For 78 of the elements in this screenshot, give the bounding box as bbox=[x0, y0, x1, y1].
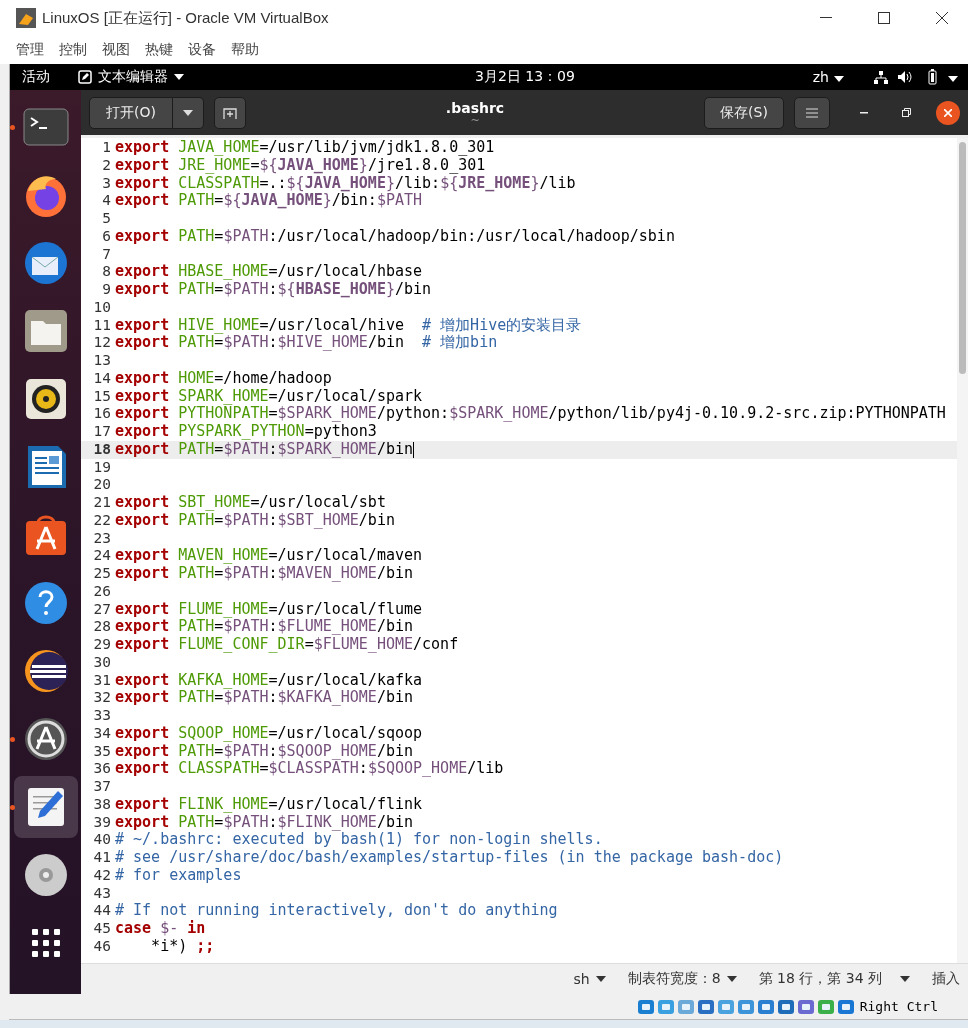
code-line: export PATH=$PATH:$FLINK_HOME/bin bbox=[115, 813, 414, 832]
activities-button[interactable]: 活动 bbox=[22, 68, 50, 86]
code-line: export PATH=$PATH:$KAFKA_HOME/bin bbox=[115, 689, 414, 707]
input-method-menu[interactable]: zh bbox=[812, 69, 829, 85]
code-line: export PATH=$PATH:$HIVE_HOME/bin # 增加bin bbox=[115, 334, 498, 352]
code-line: export SPARK_HOME=/usr/local/spark bbox=[115, 387, 423, 406]
menu-item[interactable]: 热键 bbox=[145, 41, 173, 59]
menu-item[interactable]: 视图 bbox=[102, 41, 130, 59]
virtualbox-logo-icon bbox=[16, 8, 36, 28]
scrollbar-thumb[interactable] bbox=[959, 142, 966, 374]
volume-icon[interactable] bbox=[898, 71, 912, 83]
code-line: export PATH=$PATH:$SPARK_HOME/bin bbox=[115, 440, 415, 459]
caret-icon bbox=[726, 976, 737, 982]
code-line: export PATH=$PATH:$SBT_HOME/bin bbox=[115, 511, 395, 530]
close-icon bbox=[944, 108, 952, 117]
document-title: .bashrc bbox=[445, 99, 505, 116]
dock-item[interactable] bbox=[13, 776, 78, 838]
window-title: LinuxOS [正在运行] - Oracle VM VirtualBox bbox=[42, 8, 330, 28]
pencil-icon bbox=[78, 70, 92, 84]
caret-icon bbox=[183, 109, 193, 116]
menu-item[interactable]: 管理 bbox=[16, 41, 44, 59]
new-tab-button[interactable] bbox=[214, 96, 246, 129]
close-icon bbox=[936, 12, 948, 24]
insert-mode-button[interactable]: 插入 bbox=[932, 970, 960, 988]
cursor-position-selector[interactable]: 第 18 行，第 34 列 bbox=[758, 970, 910, 988]
code-line: export HOME=/home/hadoop bbox=[115, 369, 332, 388]
clock[interactable]: 3月2日 13：09 bbox=[475, 68, 575, 86]
maximize-icon bbox=[878, 12, 890, 24]
menu-item[interactable]: 帮助 bbox=[231, 41, 259, 59]
menu-item[interactable]: 控制 bbox=[59, 41, 87, 59]
new-tab-icon bbox=[223, 105, 237, 120]
tab-width-selector[interactable]: 制表符宽度：8 bbox=[627, 970, 737, 988]
code-line: export PATH=$PATH:/usr/local/hadoop/bin:/usr/local/hadoop/sbin bbox=[115, 227, 675, 246]
code-line: export FLUME_CONF_DIR=$FLUME_HOME/conf bbox=[115, 636, 459, 654]
code-line: export PYSPARK_PYTHON=python3 bbox=[115, 423, 377, 441]
code-line: export MAVEN_HOME=/usr/local/maven bbox=[115, 547, 423, 565]
code-line: export PYTHONPATH=$SPARK_HOME/python:$SPARK_HOME/python/lib/py4j-0.10.9.2-src.zip:PYTHONPATH bbox=[115, 405, 946, 423]
minimize-icon bbox=[820, 17, 832, 19]
close-button[interactable] bbox=[936, 100, 960, 125]
restore-icon bbox=[901, 108, 911, 117]
code-line: export HBASE_HOME=/usr/local/hbase bbox=[115, 263, 423, 281]
code-line: *i*) ;; bbox=[150, 937, 215, 956]
code-line: export PATH=$PATH:$MAVEN_HOME/bin bbox=[115, 565, 414, 583]
code-line: export FLINK_HOME=/usr/local/flink bbox=[115, 795, 423, 814]
code-line: export CLASSPATH=.:${JAVA_HOME}/lib:${JRE_HOME}/lib bbox=[115, 174, 576, 193]
code-line: export PATH=${JAVA_HOME}/bin:$PATH bbox=[115, 192, 423, 210]
menu-icon bbox=[806, 107, 818, 118]
minimize-icon bbox=[860, 111, 868, 114]
app-menu[interactable]: 文本编辑器 bbox=[98, 68, 168, 86]
document-path: ~ bbox=[470, 115, 480, 126]
host-key-label: Right Ctrl bbox=[859, 999, 938, 1014]
caret-icon bbox=[834, 76, 844, 82]
code-line: export CLASSPATH=$CLASSPATH:$SQOOP_HOME/lib bbox=[115, 760, 504, 778]
caret-icon bbox=[900, 976, 910, 982]
caret-icon bbox=[948, 76, 958, 82]
caret-icon bbox=[174, 74, 184, 80]
code-line: export FLUME_HOME=/usr/local/flume bbox=[115, 600, 423, 619]
menu-button[interactable] bbox=[794, 96, 830, 129]
code-line: # If not running interactively, don't do anything bbox=[115, 902, 558, 920]
code-line: export JAVA_HOME=/usr/lib/jvm/jdk1.8.0_301 bbox=[115, 139, 495, 157]
code-line: case $- in bbox=[115, 920, 206, 938]
save-button[interactable]: 保存(S) bbox=[704, 96, 784, 129]
menu-item[interactable]: 设备 bbox=[188, 41, 216, 59]
code-line: # for examples bbox=[115, 866, 242, 885]
code-line: export PATH=$PATH:${HBASE_HOME}/bin bbox=[115, 281, 432, 299]
code-line: export HIVE_HOME=/usr/local/hive # 增加Hive的安装目录 bbox=[115, 316, 582, 334]
open-button[interactable]: 打开(O) bbox=[89, 96, 173, 129]
code-line: export PATH=$PATH:$SQOOP_HOME/bin bbox=[115, 742, 414, 761]
code-line: export SBT_HOME=/usr/local/sbt bbox=[115, 494, 386, 512]
caret-icon bbox=[595, 976, 606, 982]
language-selector[interactable]: sh bbox=[573, 971, 606, 987]
open-menu-button[interactable] bbox=[173, 96, 204, 129]
code-line: export JRE_HOME=${JAVA_HOME}/jre1.8.0_301 bbox=[115, 156, 486, 175]
code-line: # ~/.bashrc: executed by bash(1) for non-login shells. bbox=[115, 831, 603, 849]
code-line: # see /usr/share/doc/bash/examples/startup-files (in the package bash-doc) bbox=[115, 849, 784, 867]
code-line: export SQOOP_HOME=/usr/local/sqoop bbox=[115, 724, 423, 743]
code-line: export KAFKA_HOME=/usr/local/kafka bbox=[115, 671, 423, 690]
code-line: export PATH=$PATH:$FLUME_HOME/bin bbox=[115, 618, 414, 636]
